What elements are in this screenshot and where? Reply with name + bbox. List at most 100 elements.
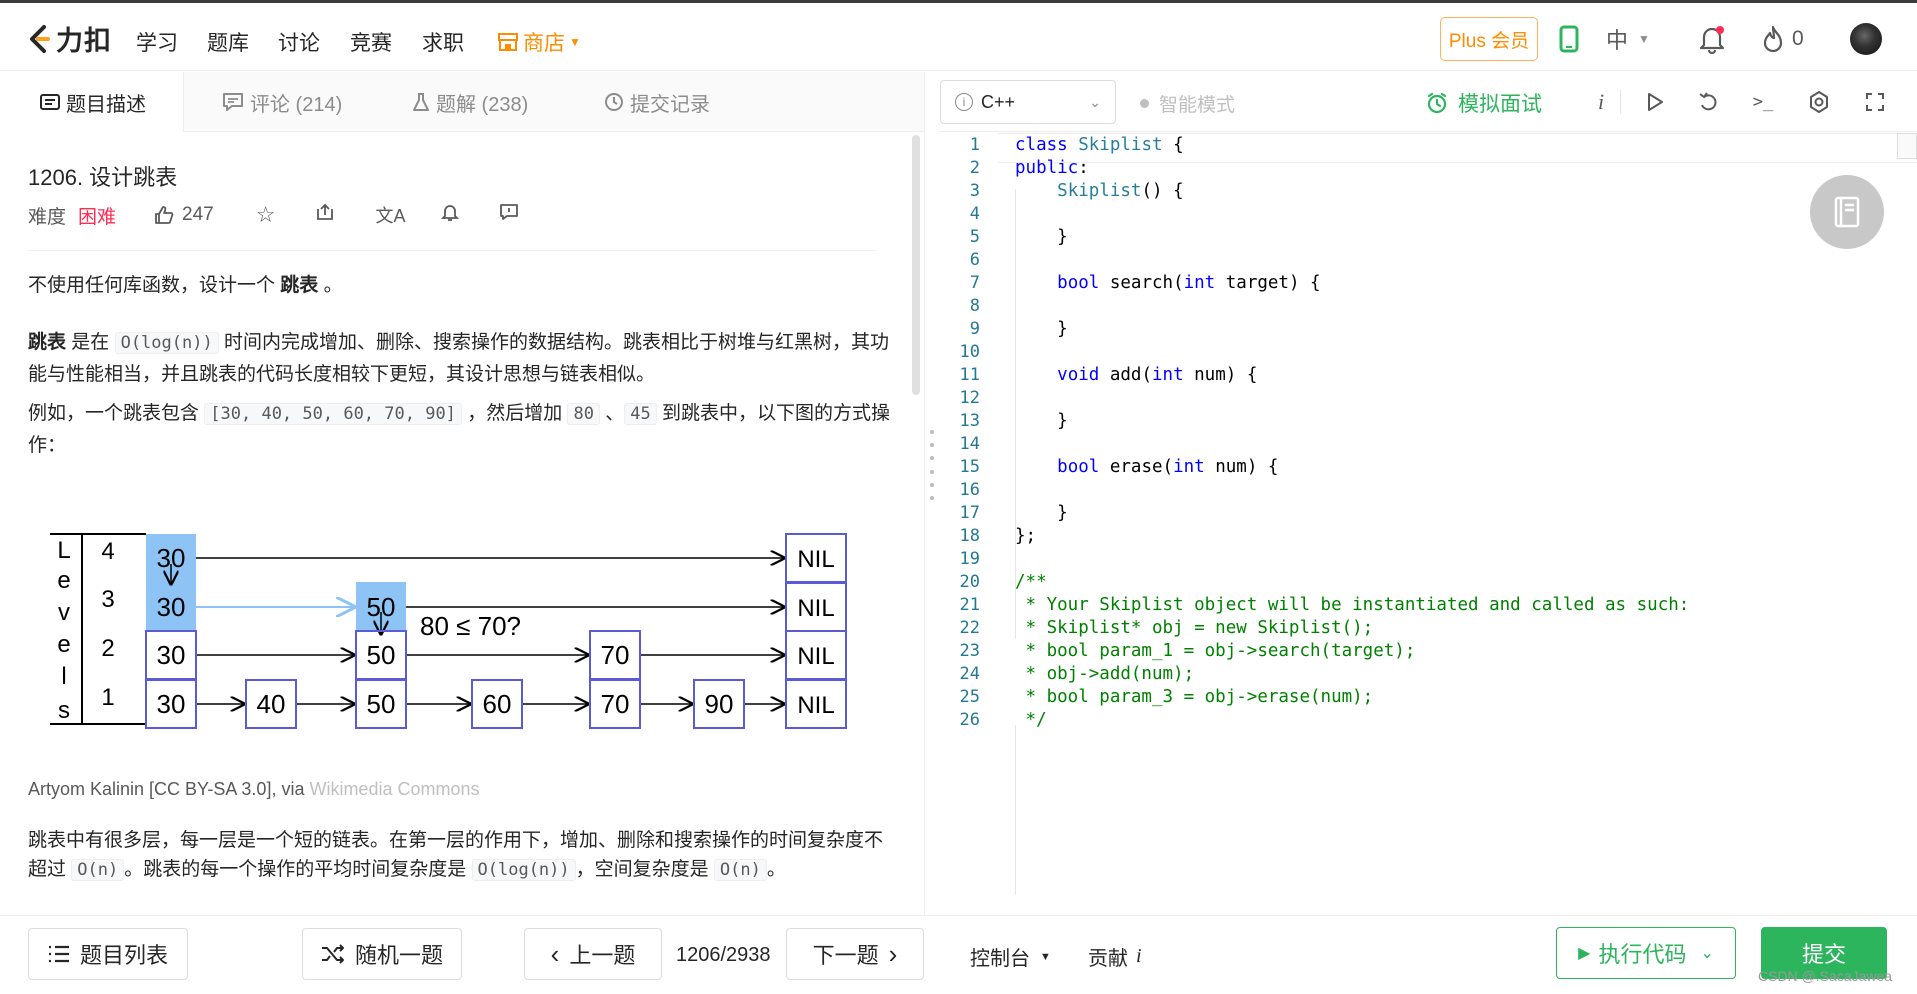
description-scrollbar[interactable] [912,135,920,395]
level-number: 2 [101,635,114,662]
code-line[interactable]: }; [1015,525,1036,548]
problem-counter: 1206/2938 [676,944,771,966]
code-line[interactable]: } [1015,410,1068,433]
nav-jobs[interactable]: 求职 [422,27,464,57]
node-label: 50 [367,640,396,670]
code-line[interactable]: * Skiplist* obj = new Skiplist(); [1015,617,1374,640]
bottom-bar: 题目列表 随机一题 ‹ 上一题 1206/2938 下一题 › 控制台 ▼ 贡献… [0,915,1917,994]
line-number: 18 [959,526,980,546]
code-line[interactable]: } [1015,226,1068,249]
caret-down-icon: ▼ [569,35,581,49]
translate-icon[interactable]: 文A [375,202,405,228]
nav-learn[interactable]: 学习 [136,27,178,57]
share-icon[interactable] [315,203,335,227]
level-number: 4 [101,538,114,565]
prev-problem-button[interactable]: ‹ 上一题 [524,928,662,980]
nav-discuss[interactable]: 讨论 [278,27,320,57]
nav-shop[interactable]: 商店 ▼ [497,27,581,57]
next-problem-button[interactable]: 下一题 › [786,928,924,980]
notes-fab-button[interactable] [1810,175,1884,249]
terminal-icon[interactable]: >_ [1750,89,1776,115]
code-line[interactable]: bool search(int target) { [1015,272,1320,295]
level-number: 1 [101,684,114,711]
editor-scrollbar[interactable] [1897,133,1917,159]
console-toggle[interactable]: 控制台 ▼ [970,942,1051,971]
text-span: 。跳表的每一个操作的平均时间复杂度是 [124,859,472,880]
tab-description-label: 题目描述 [66,93,146,116]
code-line[interactable]: Skiplist() { [1015,180,1183,203]
line-number: 5 [969,227,980,247]
inline-code: O(n) [71,859,125,881]
line-number: 8 [969,296,980,316]
code-line[interactable]: bool erase(int num) { [1015,456,1278,479]
code-line[interactable]: * Your Skiplist object will be instantia… [1015,594,1690,617]
fullscreen-icon[interactable] [1862,89,1888,115]
problem-list-button[interactable]: 题目列表 [28,928,188,980]
smart-mode-toggle[interactable]: 智能模式 [1140,90,1235,117]
info-italic-icon[interactable]: i [1590,89,1612,115]
description-paragraph-4: 跳表中有很多层，每一层是一个短的链表。在第一层的作用下，增加、删除和搜索操作的时… [28,826,890,885]
code-line[interactable]: /** [1015,571,1047,594]
random-problem-button[interactable]: 随机一题 [302,928,462,980]
line-number: 20 [959,572,980,592]
code-editor[interactable]: 1 2 3 4 5 6 7 8 9 10 11 12 13 14 15 16 17 18 19 20 21 22 23 24 2… [938,133,1917,915]
smart-mode-label: 智能模式 [1159,95,1236,116]
wikimedia-link[interactable]: Wikimedia Commons [309,779,479,799]
levels-letter: e [57,631,70,658]
line-number: 9 [969,319,980,339]
plus-member-button[interactable]: Plus 会员 [1440,17,1538,61]
code-line[interactable]: } [1015,318,1068,341]
code-line[interactable]: * obj->add(num); [1015,663,1195,686]
drag-handle-icon[interactable] [930,430,934,500]
logo[interactable]: 力扣 [26,21,112,56]
play-icon[interactable] [1642,89,1668,115]
nav-problemset[interactable]: 题库 [207,27,249,57]
code-line[interactable]: public: [1015,157,1089,180]
levels-letter: s [58,697,70,724]
line-number: 2 [969,158,980,178]
settings-icon[interactable] [1806,89,1832,115]
skiplist-diagram: L e v e l s 4 3 2 1 30 NIL 30 50 NIL 30 … [50,533,847,729]
tab-submissions[interactable]: 提交记录 [604,72,710,132]
language-switch[interactable]: 中 ▼ [1606,23,1650,55]
bell-icon[interactable] [1698,23,1726,55]
line-number: 1 [969,135,980,155]
node-label: NIL [797,595,834,622]
like-button[interactable]: 247 [154,204,214,226]
language-select[interactable]: i C++ ⌄ [940,80,1116,124]
avatar[interactable] [1850,23,1882,55]
feedback-icon[interactable] [499,203,519,227]
code-line[interactable]: class Skiplist { [1015,134,1184,157]
alarm-clock-icon [1427,92,1447,114]
tab-comments[interactable]: 评论 (214) [222,72,342,132]
code-line[interactable]: */ [1015,709,1047,732]
node-label: 30 [157,640,186,670]
star-icon[interactable]: ☆ [256,202,276,228]
tab-solutions[interactable]: 题解 (238) [412,72,528,132]
node-label: 50 [367,592,396,622]
streak-counter[interactable]: 0 [1762,23,1804,55]
node-label: 70 [601,689,630,719]
run-code-button[interactable]: ▶ 执行代码 ⌄ [1556,927,1736,979]
leetcode-logo-icon [30,25,50,53]
tab-description[interactable]: 题目描述 [0,72,184,132]
bell-outline-icon[interactable] [441,202,460,228]
reset-icon[interactable] [1696,89,1722,115]
mock-interview-button[interactable]: 模拟面试 [1426,88,1542,118]
line-number: 4 [969,204,980,224]
code-line[interactable]: } [1015,502,1068,525]
code-line[interactable]: * bool param_3 = obj->erase(num); [1015,686,1374,709]
node-label: 30 [157,592,186,622]
clock-icon [605,93,623,111]
chevron-left-icon: ‹ [550,938,560,969]
line-number: 10 [959,342,980,362]
difficulty-badge: 困难 [78,206,117,228]
mobile-app-icon[interactable] [1559,23,1579,55]
code-line[interactable]: void add(int num) { [1015,364,1257,387]
contribute-link[interactable]: 贡献 i [1088,942,1142,971]
code-line[interactable]: * bool param_1 = obj->search(target); [1015,640,1416,663]
line-number: 16 [959,480,980,500]
shop-icon [498,33,518,51]
language-label: C++ [981,91,1016,112]
nav-contest[interactable]: 竞赛 [350,27,392,57]
